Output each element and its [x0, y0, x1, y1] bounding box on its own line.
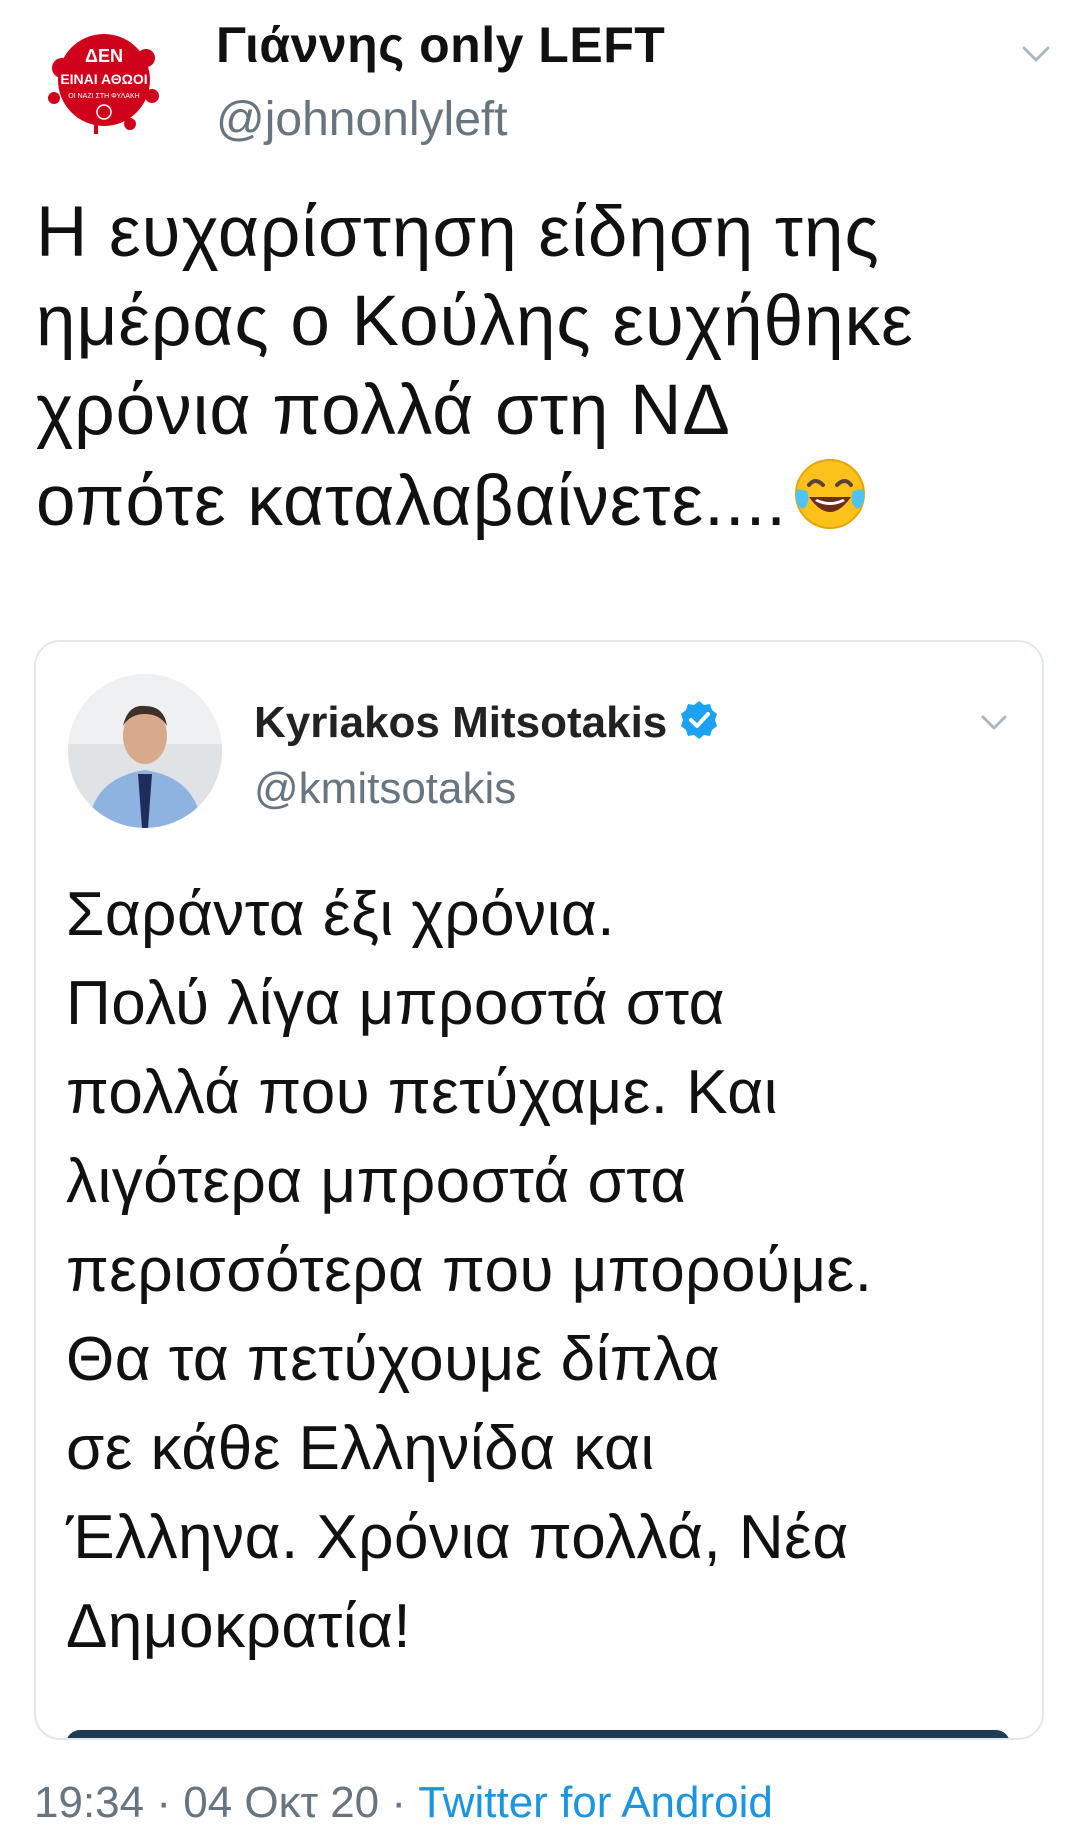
- quoted-media-thumbnail[interactable]: [66, 1730, 1010, 1738]
- quoted-text-line: περισσότερα που μπορούμε.: [66, 1236, 873, 1305]
- svg-text:ΕΙΝΑΙ ΑΘΩΟΙ: ΕΙΝΑΙ ΑΘΩΟΙ: [60, 71, 147, 87]
- quoted-text-line: σε κάθε Ελληνίδα και: [66, 1414, 655, 1483]
- svg-text:ΔΕΝ: ΔΕΝ: [85, 46, 123, 66]
- tweet-text-line: Η ευχαρίστηση είδηση της: [36, 193, 880, 272]
- quoted-tweet-card[interactable]: Kyriakos Mitsotakis @kmitsotakis Σαράντα…: [34, 640, 1044, 1740]
- author-avatar[interactable]: ΔΕΝ ΕΙΝΑΙ ΑΘΩΟΙ ΟΙ ΝΑΖΙ ΣΤΗ ΦΥΛΑΚΗ: [34, 18, 184, 138]
- tweet-metadata: 19:34 · 04 Οκτ 20 · Twitter for Android: [34, 1778, 773, 1828]
- tweet-time: 19:34: [34, 1778, 145, 1827]
- tweet-source-link[interactable]: Twitter for Android: [418, 1778, 773, 1827]
- quoted-text-line: Θα τα πετύχουμε δίπλα: [66, 1325, 721, 1394]
- tweet-date: 04 Οκτ 20: [183, 1778, 380, 1827]
- quoted-text-line: Σαράντα έξι χρόνια.: [66, 880, 616, 949]
- quoted-text-line: Δημοκρατία!: [66, 1592, 412, 1661]
- quoted-author-handle[interactable]: @kmitsotakis: [254, 764, 516, 814]
- verified-badge-icon: [677, 699, 721, 743]
- quoted-text-line: λιγότερα μπροστά στα: [66, 1147, 687, 1216]
- quoted-display-name[interactable]: Kyriakos Mitsotakis: [254, 698, 667, 747]
- tweet-text-line: ημέρας ο Κούλης ευχήθηκε: [36, 282, 914, 361]
- author-display-name[interactable]: Γιάννης only LEFT: [216, 16, 665, 74]
- meta-separator: ·: [144, 1778, 184, 1827]
- tweet-text-line-last: οπότε καταλαβαίνετε....: [36, 455, 1046, 546]
- tears-of-joy-emoji-icon: [791, 455, 869, 533]
- tweet-text: Η ευχαρίστηση είδηση της ημέρας ο Κούλης…: [36, 188, 1046, 546]
- quoted-author-avatar[interactable]: [68, 674, 222, 828]
- author-handle[interactable]: @johnonlyleft: [216, 92, 508, 147]
- quoted-author-name[interactable]: Kyriakos Mitsotakis: [254, 698, 721, 748]
- tweet-text-line: χρόνια πολλά στη ΝΔ: [36, 371, 731, 450]
- quoted-tweet-text: Σαράντα έξι χρόνια. Πολύ λίγα μπροστά στ…: [66, 870, 1026, 1671]
- quoted-text-line: Πολύ λίγα μπροστά στα: [66, 969, 725, 1038]
- chevron-down-icon[interactable]: [976, 704, 1012, 740]
- chevron-down-icon[interactable]: [1016, 34, 1056, 74]
- quoted-text-line: Έλληνα. Χρόνια πολλά, Νέα: [66, 1503, 849, 1572]
- quoted-text-line: πολλά που πετύχαμε. Και: [66, 1058, 778, 1127]
- svg-text:ΟΙ ΝΑΖΙ ΣΤΗ ΦΥΛΑΚΗ: ΟΙ ΝΑΖΙ ΣΤΗ ΦΥΛΑΚΗ: [68, 93, 139, 100]
- tweet-header: ΔΕΝ ΕΙΝΑΙ ΑΘΩΟΙ ΟΙ ΝΑΖΙ ΣΤΗ ΦΥΛΑΚΗ Γιάνν…: [34, 10, 1064, 160]
- meta-separator: ·: [379, 1778, 419, 1827]
- tweet-text-line: οπότε καταλαβαίνετε....: [36, 462, 788, 541]
